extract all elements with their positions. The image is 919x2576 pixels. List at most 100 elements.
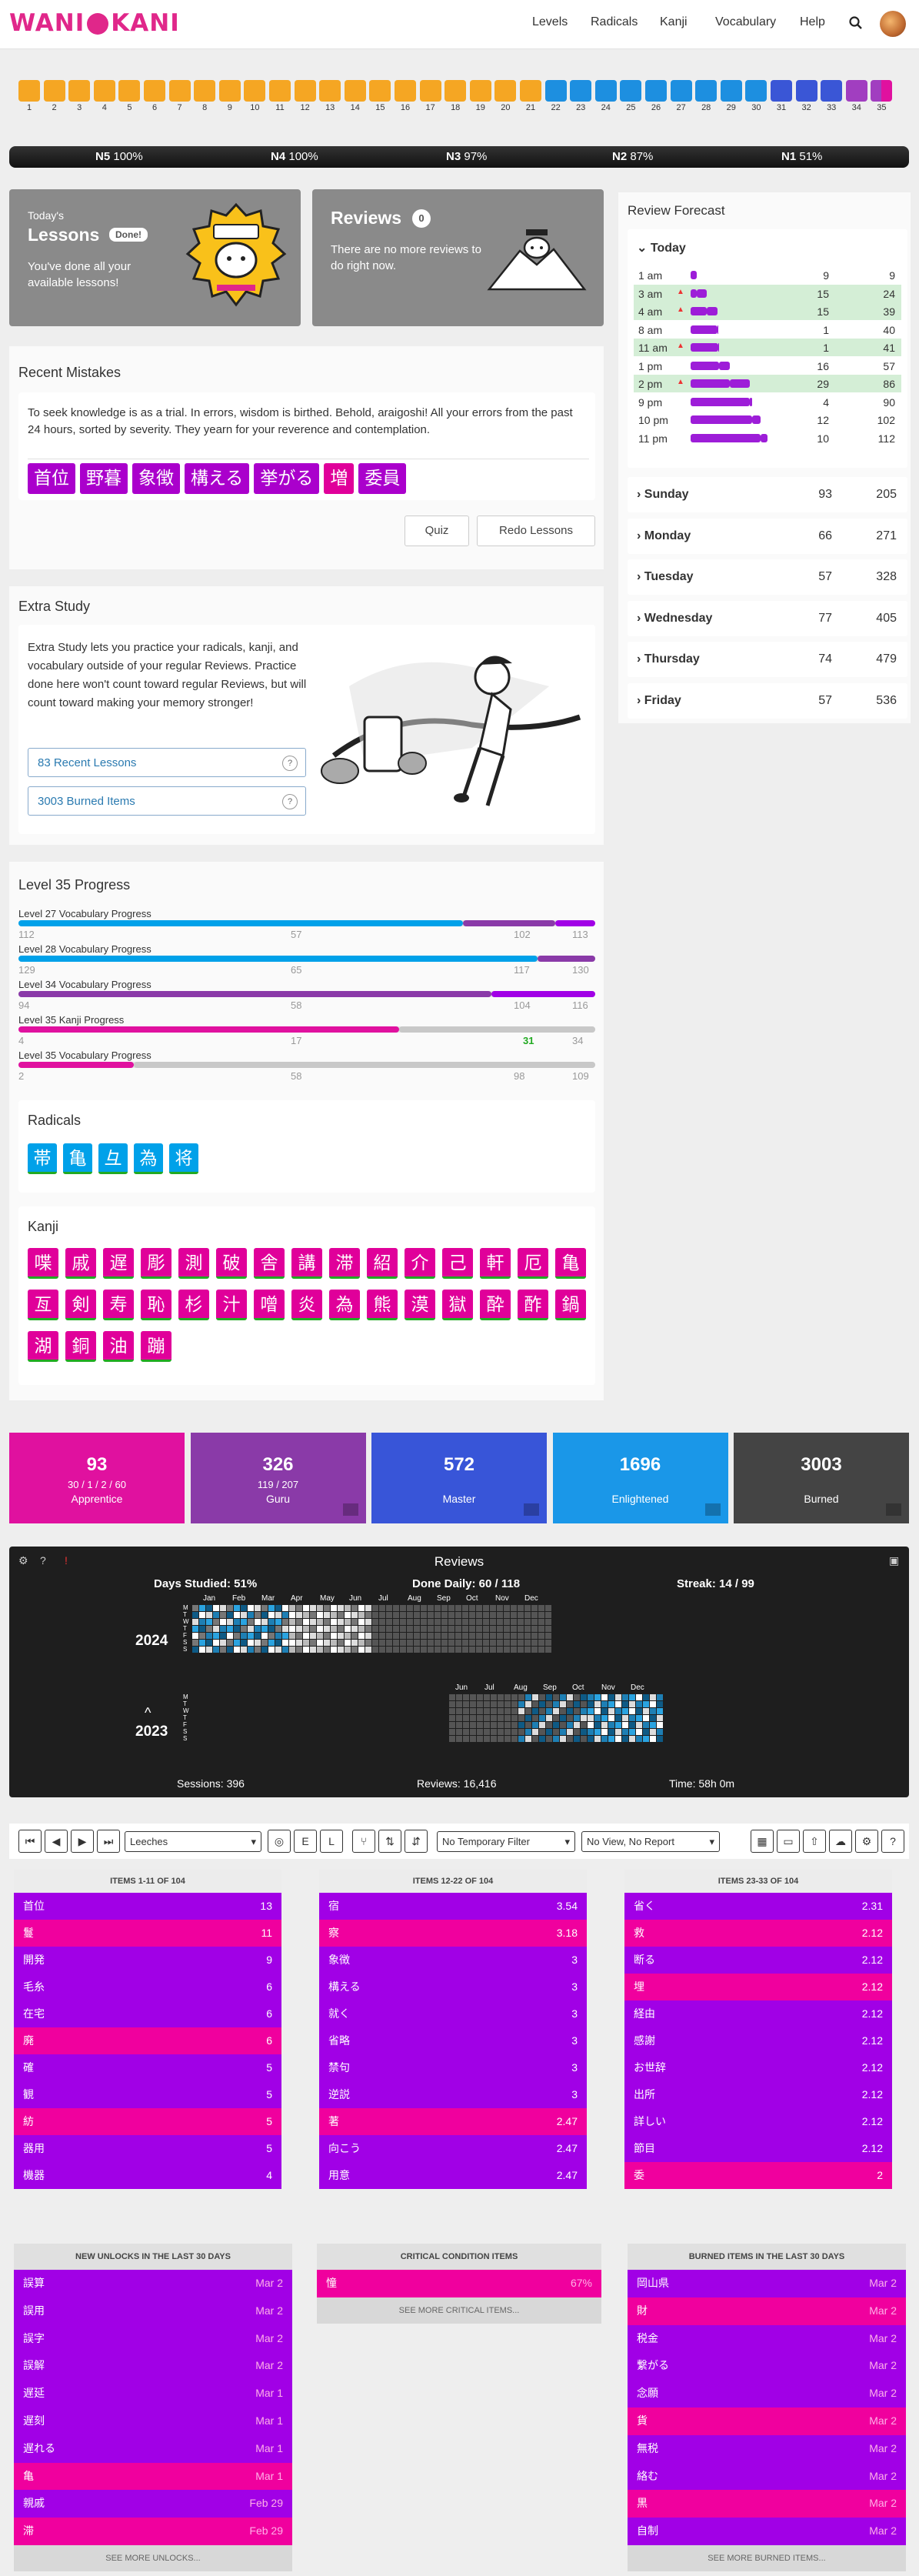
heatmap-cell[interactable] bbox=[588, 1694, 594, 1700]
list-row[interactable]: 親戚 Feb 29 bbox=[14, 2490, 292, 2518]
heatmap-cell[interactable] bbox=[504, 1722, 511, 1728]
heatmap-cell[interactable] bbox=[553, 1722, 559, 1728]
heatmap-cell[interactable] bbox=[345, 1640, 351, 1646]
preset-select[interactable]: Leeches ▾ bbox=[125, 1831, 261, 1852]
view-report-select[interactable]: No View, No Report ▾ bbox=[581, 1831, 720, 1852]
heatmap-cell[interactable] bbox=[206, 1640, 212, 1646]
kanji-item[interactable]: 酢 bbox=[518, 1290, 548, 1320]
kanji-item[interactable]: 鍋 bbox=[555, 1290, 586, 1320]
heatmap-cell[interactable] bbox=[199, 1619, 205, 1625]
kanji-item[interactable]: 戚 bbox=[65, 1248, 96, 1279]
heatmap-cell[interactable] bbox=[643, 1708, 649, 1714]
level-square[interactable] bbox=[93, 80, 115, 102]
heatmap-cell[interactable] bbox=[477, 1729, 483, 1735]
heatmap-cell[interactable] bbox=[227, 1640, 233, 1646]
heatmap-cell[interactable] bbox=[441, 1640, 448, 1646]
heatmap-cell[interactable] bbox=[248, 1612, 254, 1618]
heatmap-cell[interactable] bbox=[393, 1626, 399, 1632]
level-square[interactable] bbox=[168, 80, 191, 102]
list-row[interactable]: 絡む Mar 2 bbox=[628, 2462, 906, 2491]
heatmap-cell[interactable] bbox=[303, 1647, 309, 1653]
radical-item[interactable]: 為 bbox=[134, 1143, 163, 1174]
level-square[interactable] bbox=[670, 80, 692, 102]
heatmap-cell[interactable] bbox=[511, 1701, 518, 1707]
heatmap-cell[interactable] bbox=[331, 1605, 337, 1611]
heatmap-cell[interactable] bbox=[421, 1640, 427, 1646]
item-row[interactable]: 宿 3.54 bbox=[319, 1893, 587, 1920]
heatmap-cell[interactable] bbox=[227, 1605, 233, 1611]
heatmap-cell[interactable] bbox=[532, 1694, 538, 1700]
heatmap-cell[interactable] bbox=[268, 1612, 275, 1618]
heatmap-cell[interactable] bbox=[511, 1715, 518, 1721]
heatmap-cell[interactable] bbox=[469, 1612, 475, 1618]
kanji-item[interactable]: 汁 bbox=[216, 1290, 247, 1320]
item-row[interactable]: 首位 13 bbox=[14, 1893, 281, 1920]
heatmap-cell[interactable] bbox=[331, 1612, 337, 1618]
heatmap-cell[interactable] bbox=[428, 1640, 434, 1646]
level-square[interactable] bbox=[494, 80, 517, 102]
heatmap-cell[interactable] bbox=[608, 1708, 614, 1714]
heatmap-cell[interactable] bbox=[358, 1633, 365, 1639]
heatmap-cell[interactable] bbox=[448, 1633, 455, 1639]
level-square[interactable] bbox=[821, 80, 843, 102]
heatmap-cell[interactable] bbox=[365, 1605, 371, 1611]
heatmap-cell[interactable] bbox=[199, 1640, 205, 1646]
heatmap-cell[interactable] bbox=[192, 1612, 198, 1618]
heatmap-cell[interactable] bbox=[525, 1694, 531, 1700]
item-row[interactable]: 埋 2.12 bbox=[624, 1974, 892, 2000]
heatmap-cell[interactable] bbox=[248, 1619, 254, 1625]
heatmap-cell[interactable] bbox=[414, 1612, 420, 1618]
heatmap-cell[interactable] bbox=[255, 1605, 261, 1611]
heatmap-cell[interactable] bbox=[574, 1715, 580, 1721]
heatmap-cell[interactable] bbox=[504, 1647, 510, 1653]
heatmap-cell[interactable] bbox=[241, 1619, 247, 1625]
heatmap-cell[interactable] bbox=[338, 1612, 344, 1618]
list-row[interactable]: 財 Mar 2 bbox=[628, 2297, 906, 2325]
branch-icon[interactable]: ⑂ bbox=[352, 1830, 375, 1853]
heatmap-cell[interactable] bbox=[601, 1694, 608, 1700]
heatmap-cell[interactable] bbox=[608, 1715, 614, 1721]
list-row[interactable]: 繋がる Mar 2 bbox=[628, 2352, 906, 2381]
forecast-today-header[interactable]: ⌄ Today bbox=[637, 240, 686, 255]
heatmap-cell[interactable] bbox=[414, 1647, 420, 1653]
heatmap-cell[interactable] bbox=[643, 1722, 649, 1728]
heatmap-cell[interactable] bbox=[615, 1722, 621, 1728]
heatmap-cell[interactable] bbox=[484, 1736, 490, 1742]
heatmap-cell[interactable] bbox=[449, 1701, 455, 1707]
heatmap-cell[interactable] bbox=[483, 1647, 489, 1653]
heatmap-cell[interactable] bbox=[643, 1729, 649, 1735]
nav-vocabulary[interactable]: Vocabulary bbox=[715, 15, 776, 29]
heatmap-cell[interactable] bbox=[470, 1715, 476, 1721]
heatmap-cell[interactable] bbox=[594, 1736, 601, 1742]
level-square[interactable] bbox=[294, 80, 316, 102]
kanji-item[interactable]: 漠 bbox=[405, 1290, 435, 1320]
heatmap-cell[interactable] bbox=[567, 1736, 573, 1742]
kanji-item[interactable]: 厄 bbox=[518, 1248, 548, 1279]
heatmap-cell[interactable] bbox=[538, 1647, 544, 1653]
heatmap-cell[interactable] bbox=[449, 1694, 455, 1700]
level-square[interactable] bbox=[269, 80, 291, 102]
heatmap-cell[interactable] bbox=[650, 1708, 656, 1714]
heatmap-cell[interactable] bbox=[539, 1715, 545, 1721]
heatmap-cell[interactable] bbox=[511, 1640, 517, 1646]
list-row[interactable]: 誤解 Mar 2 bbox=[14, 2352, 292, 2381]
heatmap-cell[interactable] bbox=[483, 1612, 489, 1618]
heatmap-cell[interactable] bbox=[650, 1701, 656, 1707]
heatmap-cell[interactable] bbox=[491, 1736, 497, 1742]
heatmap-cell[interactable] bbox=[261, 1619, 268, 1625]
level-square[interactable] bbox=[68, 80, 91, 102]
heatmap-cell[interactable] bbox=[255, 1626, 261, 1632]
heatmap-cell[interactable] bbox=[511, 1694, 518, 1700]
level-square[interactable] bbox=[771, 80, 792, 102]
heatmap-cell[interactable] bbox=[545, 1640, 551, 1646]
heatmap-cell[interactable] bbox=[476, 1640, 482, 1646]
heatmap-cell[interactable] bbox=[393, 1640, 399, 1646]
kanji-item[interactable]: 為 bbox=[329, 1290, 360, 1320]
heatmap-cell[interactable] bbox=[601, 1736, 608, 1742]
heatmap-cell[interactable] bbox=[435, 1647, 441, 1653]
heatmap-cell[interactable] bbox=[470, 1701, 476, 1707]
heatmap-cell[interactable] bbox=[421, 1619, 427, 1625]
heatmap-cell[interactable] bbox=[455, 1619, 461, 1625]
heatmap-cell[interactable] bbox=[497, 1619, 503, 1625]
heatmap-cell[interactable] bbox=[441, 1605, 448, 1611]
